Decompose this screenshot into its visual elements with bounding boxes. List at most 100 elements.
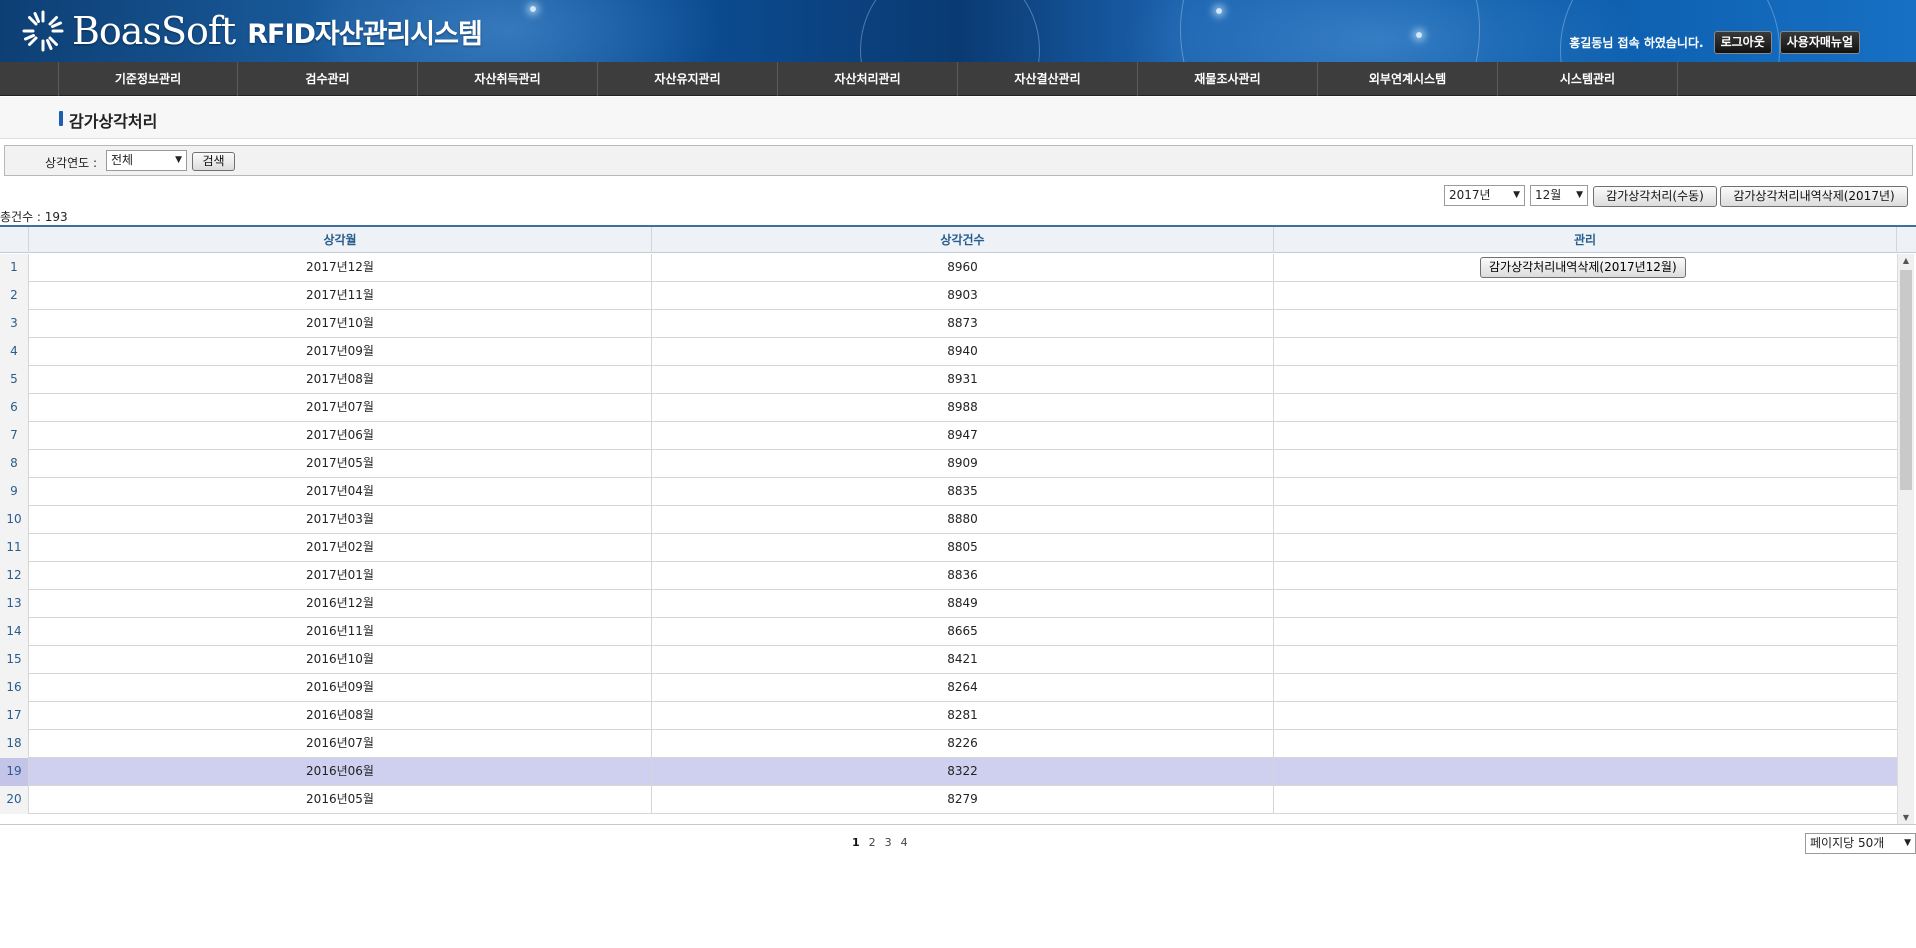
nav-item-settlement[interactable]: 자산결산관리 [958, 62, 1138, 96]
table-row[interactable]: 7 2017년06월 8947 [0, 422, 1897, 450]
search-panel: 상각연도 : 전체 ▼ 검색 [4, 145, 1913, 176]
row-number: 7 [0, 422, 29, 450]
process-month-select[interactable]: 12월 ▼ [1530, 185, 1588, 206]
depreciation-count-cell: 8421 [652, 646, 1274, 674]
column-header-manage[interactable]: 관리 [1274, 227, 1897, 253]
manage-cell [1274, 310, 1897, 338]
depreciation-month-cell: 2017년02월 [29, 534, 652, 562]
table-row[interactable]: 6 2017년07월 8988 [0, 394, 1897, 422]
manage-cell [1274, 646, 1897, 674]
dropdown-arrow-icon: ▼ [1904, 838, 1911, 848]
nav-item-inspection[interactable]: 검수관리 [238, 62, 418, 96]
manage-cell [1274, 786, 1897, 814]
depreciation-count-cell: 8665 [652, 618, 1274, 646]
grid-header: 상각월 상각건수 관리 [0, 227, 1916, 253]
scroll-down-icon[interactable]: ▼ [1898, 811, 1914, 824]
manage-cell [1274, 758, 1897, 786]
table-row[interactable]: 11 2017년02월 8805 [0, 534, 1897, 562]
table-row[interactable]: 14 2016년11월 8665 [0, 618, 1897, 646]
row-number: 4 [0, 338, 29, 366]
row-number: 2 [0, 282, 29, 310]
grid-body: 1 2017년12월 8960 감가상각처리내역삭제(2017년12월) 2 2017년1… [0, 254, 1897, 824]
table-row[interactable]: 17 2016년08월 8281 [0, 702, 1897, 730]
header-decoration [1416, 32, 1422, 38]
table-row[interactable]: 18 2016년07월 8226 [0, 730, 1897, 758]
depreciation-month-cell: 2016년05월 [29, 786, 652, 814]
row-number: 3 [0, 310, 29, 338]
search-button[interactable]: 검색 [192, 152, 235, 171]
process-year-select[interactable]: 2017년 ▼ [1444, 185, 1525, 206]
table-row[interactable]: 5 2017년08월 8931 [0, 366, 1897, 394]
table-row[interactable]: 9 2017년04월 8835 [0, 478, 1897, 506]
table-row[interactable]: 10 2017년03월 8880 [0, 506, 1897, 534]
row-number: 14 [0, 618, 29, 646]
row-number: 9 [0, 478, 29, 506]
manage-cell [1274, 590, 1897, 618]
depreciation-month-cell: 2017년06월 [29, 422, 652, 450]
nav-item-external[interactable]: 외부연계시스템 [1318, 62, 1498, 96]
page-link[interactable]: 2 [869, 836, 876, 849]
logout-button[interactable]: 로그아웃 [1713, 31, 1772, 54]
dropdown-arrow-icon: ▼ [1513, 190, 1520, 200]
row-number: 8 [0, 450, 29, 478]
row-number: 16 [0, 674, 29, 702]
row-number: 10 [0, 506, 29, 534]
page-size-select[interactable]: 페이지당 50개 ▼ [1805, 833, 1916, 854]
table-row[interactable]: 8 2017년05월 8909 [0, 450, 1897, 478]
depreciation-count-cell: 8279 [652, 786, 1274, 814]
depreciation-count-cell: 8281 [652, 702, 1274, 730]
logo[interactable]: BoasSoft RFID자산관리시스템 [20, 8, 483, 54]
grid-scrollbar[interactable]: ▲ ▼ [1897, 254, 1914, 824]
nav-item-acquisition[interactable]: 자산취득관리 [418, 62, 598, 96]
page-link[interactable]: 3 [885, 836, 892, 849]
nav-item-system[interactable]: 시스템관리 [1498, 62, 1678, 96]
nav-item-inventory[interactable]: 재물조사관리 [1138, 62, 1318, 96]
welcome-message: 홍길동님 접속 하였습니다. [1569, 36, 1704, 50]
page-title-area: 감가상각처리 [0, 97, 1916, 139]
table-row[interactable]: 2 2017년11월 8903 [0, 282, 1897, 310]
table-row[interactable]: 19 2016년06월 8322 [0, 758, 1897, 786]
depreciation-month-cell: 2017년01월 [29, 562, 652, 590]
year-filter-select[interactable]: 전체 ▼ [106, 150, 187, 171]
manual-depreciation-button[interactable]: 감가상각처리(수동) [1593, 186, 1717, 207]
delete-month-history-button[interactable]: 감가상각처리내역삭제(2017년12월) [1480, 257, 1686, 278]
depreciation-count-cell: 8226 [652, 730, 1274, 758]
column-header-count[interactable]: 상각건수 [652, 227, 1274, 253]
year-filter-label: 상각연도 : [45, 156, 98, 170]
scroll-up-icon[interactable]: ▲ [1898, 254, 1914, 268]
table-row[interactable]: 16 2016년09월 8264 [0, 674, 1897, 702]
page-link[interactable]: 1 [852, 836, 860, 849]
depreciation-month-cell: 2017년10월 [29, 310, 652, 338]
scrollbar-thumb[interactable] [1900, 270, 1912, 490]
depreciation-count-cell: 8836 [652, 562, 1274, 590]
table-row[interactable]: 12 2017년01월 8836 [0, 562, 1897, 590]
table-row[interactable]: 13 2016년12월 8849 [0, 590, 1897, 618]
depreciation-count-cell: 8903 [652, 282, 1274, 310]
table-row[interactable]: 1 2017년12월 8960 감가상각처리내역삭제(2017년12월) [0, 254, 1897, 282]
row-number: 1 [0, 254, 29, 282]
depreciation-month-cell: 2017년09월 [29, 338, 652, 366]
depreciation-count-cell: 8805 [652, 534, 1274, 562]
nav-item-disposal[interactable]: 자산처리관리 [778, 62, 958, 96]
manage-cell [1274, 562, 1897, 590]
table-row[interactable]: 4 2017년09월 8940 [0, 338, 1897, 366]
table-row[interactable]: 3 2017년10월 8873 [0, 310, 1897, 338]
nav-item-maintenance[interactable]: 자산유지관리 [598, 62, 778, 96]
page-link[interactable]: 4 [901, 836, 908, 849]
depreciation-count-cell: 8960 [652, 254, 1274, 282]
depreciation-month-cell: 2017년05월 [29, 450, 652, 478]
delete-year-history-button[interactable]: 감가상각처리내역삭제(2017년) [1720, 186, 1908, 207]
table-row[interactable]: 20 2016년05월 8279 [0, 786, 1897, 814]
manage-cell [1274, 422, 1897, 450]
depreciation-count-cell: 8835 [652, 478, 1274, 506]
row-number: 6 [0, 394, 29, 422]
depreciation-month-cell: 2017년03월 [29, 506, 652, 534]
column-header-month[interactable]: 상각월 [29, 227, 652, 253]
table-row[interactable]: 15 2016년10월 8421 [0, 646, 1897, 674]
nav-item-basic-info[interactable]: 기준정보관리 [58, 62, 238, 96]
user-manual-button[interactable]: 사용자매뉴얼 [1779, 31, 1860, 54]
depreciation-count-cell: 8909 [652, 450, 1274, 478]
user-area: 홍길동님 접속 하였습니다. 로그아웃 사용자매뉴얼 [1569, 31, 1860, 54]
row-number: 18 [0, 730, 29, 758]
manage-cell [1274, 366, 1897, 394]
